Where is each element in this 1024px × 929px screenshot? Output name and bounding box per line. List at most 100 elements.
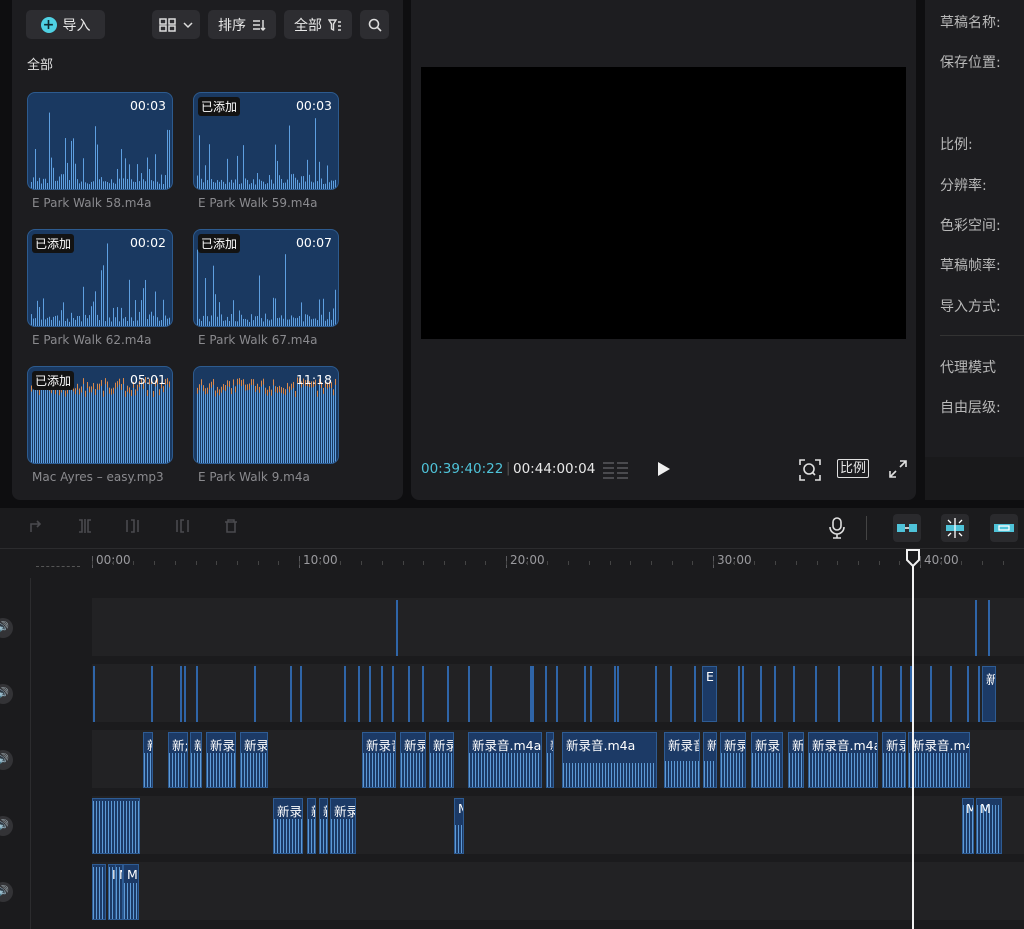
sort-button[interactable]: 排序 [208, 10, 276, 39]
clip-sliver[interactable] [793, 666, 795, 722]
playhead-line[interactable] [912, 556, 914, 929]
clip-sliver[interactable] [358, 666, 360, 722]
clip-sliver[interactable] [196, 666, 198, 722]
video-preview[interactable] [421, 67, 906, 339]
clip-sliver[interactable] [975, 600, 977, 656]
playhead-handle[interactable] [906, 549, 920, 567]
audio-clip[interactable]: 新录音.m4a [908, 732, 970, 788]
clip-sliver[interactable] [872, 666, 874, 722]
clip-sliver[interactable] [880, 666, 882, 722]
audio-clip[interactable]: E [702, 666, 717, 722]
audio-clip[interactable]: 新录 [882, 732, 906, 788]
play-icon[interactable] [657, 461, 671, 477]
audio-clip[interactable]: 新; [168, 732, 188, 788]
clip-sliver[interactable] [556, 666, 558, 722]
clip-sliver[interactable] [254, 666, 256, 722]
audio-clip[interactable]: 新 [319, 798, 328, 854]
clip-sliver[interactable] [369, 666, 371, 722]
clip-sliver[interactable] [815, 666, 817, 722]
clip-sliver[interactable] [344, 666, 346, 722]
audio-clip[interactable]: 新录音 [362, 732, 396, 788]
clip-sliver[interactable] [694, 666, 696, 722]
media-item[interactable]: 已添加 00:07 [193, 229, 339, 327]
clip-sliver[interactable] [670, 666, 672, 722]
media-item[interactable]: 00:03 [27, 92, 173, 190]
speaker-icon[interactable]: 🔊 [0, 882, 13, 902]
view-mode-button[interactable] [152, 10, 200, 39]
audio-clip[interactable]: 新录 [273, 798, 303, 854]
clip-sliver[interactable] [545, 666, 547, 722]
audio-clip[interactable]: 新录音.m4a [468, 732, 542, 788]
clip-sliver[interactable] [978, 666, 980, 722]
media-item[interactable]: 已添加 05:01 [27, 366, 173, 464]
audio-clip[interactable]: 新 [307, 798, 316, 854]
clip-sliver[interactable] [838, 666, 840, 722]
clip-sliver[interactable] [184, 666, 186, 722]
audio-clip[interactable]: 新 [982, 666, 996, 722]
clip-sliver[interactable] [490, 666, 492, 722]
zoom-fit-icon[interactable] [799, 459, 821, 481]
clip-sliver[interactable] [408, 666, 410, 722]
audio-clip[interactable]: Ma [123, 864, 139, 920]
audio-clip[interactable]: 新录音.m4a [808, 732, 878, 788]
audio-clip[interactable]: 新录 [240, 732, 268, 788]
clip-sliver[interactable] [468, 666, 470, 722]
filter-button[interactable]: 全部 [284, 10, 352, 39]
clip-sliver[interactable] [422, 666, 424, 722]
clip-sliver[interactable] [774, 666, 776, 722]
clip-sliver[interactable] [151, 666, 153, 722]
media-item[interactable]: 11:18 [193, 366, 339, 464]
audio-track-2[interactable] [92, 664, 1024, 722]
time-ruler[interactable]: 00:00 10:00 20:00 30:00 40:00 [0, 508, 1024, 578]
clip-sliver[interactable] [93, 666, 95, 722]
clip-sliver[interactable] [447, 666, 449, 722]
audio-clip[interactable] [92, 864, 106, 920]
clip-sliver[interactable] [617, 666, 619, 722]
clip-sliver[interactable] [396, 600, 398, 656]
audio-clip[interactable]: 新录 [206, 732, 236, 788]
audio-clip[interactable]: N [115, 864, 123, 920]
clip-sliver[interactable] [290, 666, 292, 722]
audio-clip[interactable]: 新录 [429, 732, 454, 788]
clip-sliver[interactable] [930, 666, 932, 722]
audio-clip[interactable]: M [454, 798, 464, 854]
clip-sliver[interactable] [584, 666, 586, 722]
clip-sliver[interactable] [742, 666, 744, 722]
audio-clip[interactable]: 新录 [330, 798, 356, 854]
clip-sliver[interactable] [614, 666, 616, 722]
clip-sliver[interactable] [950, 666, 952, 722]
speaker-icon[interactable]: 🔊 [0, 618, 13, 638]
clip-sliver[interactable] [180, 666, 182, 722]
media-item[interactable]: 已添加 00:02 [27, 229, 173, 327]
speaker-icon[interactable]: 🔊 [0, 750, 13, 770]
ratio-button[interactable]: 比例 [837, 459, 870, 478]
audio-clip[interactable]: 新 [788, 732, 804, 788]
clip-sliver[interactable] [967, 666, 969, 722]
import-button[interactable]: + 导入 [26, 10, 105, 39]
speaker-icon[interactable]: 🔊 [0, 816, 13, 836]
audio-clip[interactable]: 新录 [751, 732, 783, 788]
speaker-icon[interactable]: 🔊 [0, 684, 13, 704]
audio-clip[interactable]: 新录 [720, 732, 746, 788]
audio-clip[interactable]: 新录音.m4a [562, 732, 657, 788]
audio-clip[interactable]: 新 [143, 732, 153, 788]
clip-sliver[interactable] [900, 666, 902, 722]
search-button[interactable] [360, 10, 389, 39]
audio-track-5[interactable] [92, 862, 1024, 920]
audio-clip[interactable]: 新录音 [664, 732, 700, 788]
clip-sliver[interactable] [988, 600, 990, 656]
clip-sliver[interactable] [738, 666, 740, 722]
clip-sliver[interactable] [655, 666, 657, 722]
audio-clip[interactable]: 新 [546, 732, 554, 788]
clip-sliver[interactable] [381, 666, 383, 722]
audio-clip[interactable]: 新 [190, 732, 202, 788]
audio-clip[interactable] [92, 798, 140, 854]
clip-sliver[interactable] [590, 666, 592, 722]
audio-clip[interactable]: M [976, 798, 1002, 854]
clip-sliver[interactable] [532, 666, 534, 722]
clip-sliver[interactable] [300, 666, 302, 722]
audio-track-1[interactable] [92, 598, 1024, 656]
audio-clip[interactable]: M [962, 798, 974, 854]
list-view-icon[interactable] [602, 460, 630, 480]
audio-clip[interactable]: 新录 [400, 732, 426, 788]
